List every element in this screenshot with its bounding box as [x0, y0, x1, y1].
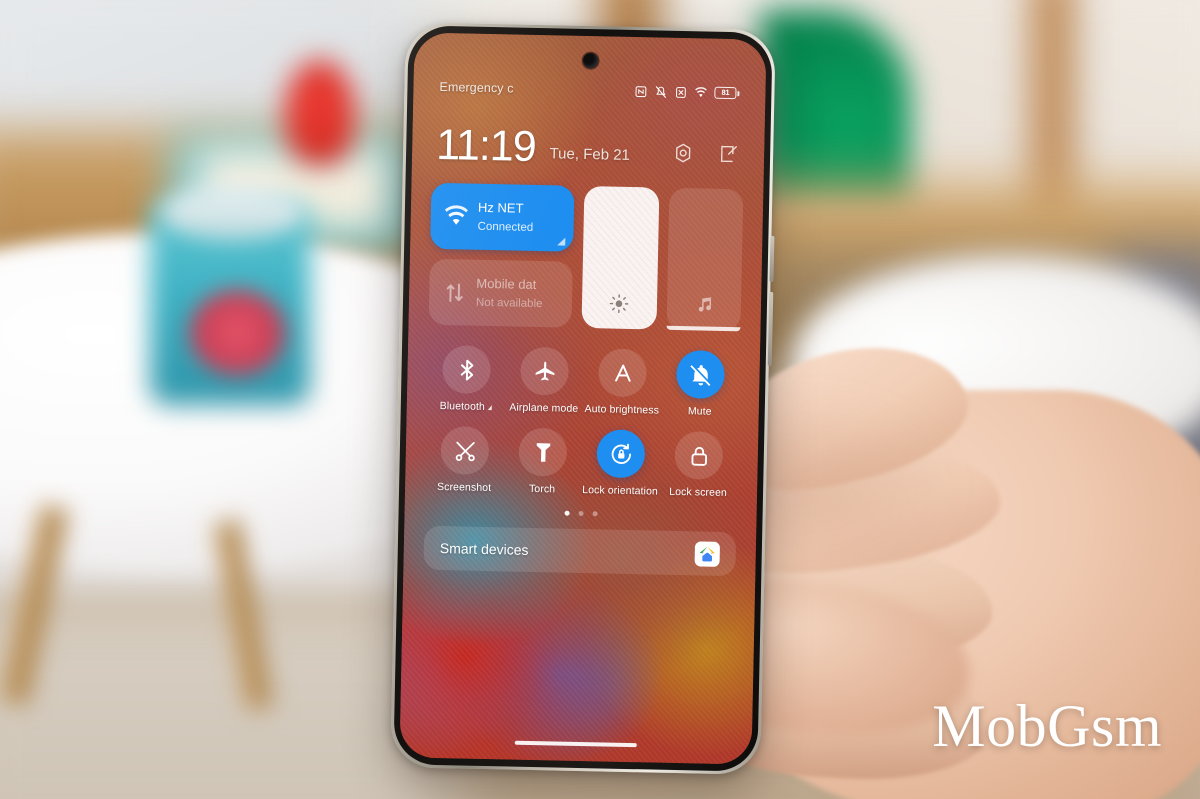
smartphone: Emergency c 81 11:19 Tue, Feb 21 Hz NET …: [390, 22, 776, 775]
top-tiles-row: Hz NET Connected Mobile dat Not availabl…: [428, 182, 744, 332]
rose-motif: [190, 290, 285, 375]
nfc-icon: [634, 85, 647, 98]
clock-date: Tue, Feb 21: [549, 145, 631, 164]
battery-percent-label: 81: [721, 88, 730, 98]
wifi-icon: [694, 86, 707, 99]
wifi-tile[interactable]: Hz NET Connected: [430, 182, 575, 252]
data-arrows-icon: [442, 280, 468, 306]
mute-toggle-circle[interactable]: [676, 349, 726, 399]
mobile-data-tile[interactable]: Mobile dat Not available: [428, 258, 573, 328]
page-dot-3[interactable]: [592, 511, 598, 517]
qs-page-indicator: [425, 508, 737, 520]
lock-orientation-toggle-circle[interactable]: [596, 429, 646, 479]
watermark: MobGsm: [932, 693, 1162, 759]
padlock-icon: [690, 446, 707, 466]
google-home-icon[interactable]: [694, 541, 721, 567]
mobile-data-label: Mobile dat: [476, 275, 537, 292]
toggle-bluetooth[interactable]: Bluetooth: [427, 345, 506, 414]
toggle-label-airplane-mode: Airplane mode: [509, 401, 579, 415]
brightness-sun-icon: [608, 293, 630, 315]
toggle-label-lock-orientation: Lock orientation: [582, 484, 659, 498]
quick-toggle-grid: Bluetooth Airplane mode Auto brightness …: [425, 345, 740, 500]
clock-time: 11:19: [435, 120, 537, 171]
bluetooth-icon: [460, 359, 473, 380]
jar-lid: [160, 185, 305, 240]
wifi-ssid-label: Hz NET: [477, 199, 524, 216]
auto-brightness-toggle-circle[interactable]: [598, 348, 648, 398]
page-dot-2[interactable]: [578, 511, 584, 517]
page-dot-1[interactable]: [564, 510, 570, 517]
torch-toggle-circle[interactable]: [518, 427, 568, 477]
wifi-status-label: Connected: [477, 220, 534, 234]
toggle-screenshot[interactable]: Screenshot: [425, 426, 504, 495]
connectivity-tiles-column: Hz NET Connected Mobile dat Not availabl…: [428, 182, 575, 328]
red-object: [285, 60, 355, 165]
quick-settings-actions: [672, 142, 740, 165]
no-sim-icon: [674, 85, 687, 98]
screenshot-toggle-circle[interactable]: [440, 426, 490, 476]
lockscreen-clock-row: 11:19 Tue, Feb 21: [412, 116, 765, 179]
toggle-lock-screen[interactable]: Lock screen: [659, 431, 738, 500]
toggle-label-torch: Torch: [528, 483, 556, 496]
toggle-auto-brightness[interactable]: Auto brightness: [583, 348, 662, 417]
edit-pencil-icon[interactable]: [718, 143, 740, 165]
toggle-label-mute: Mute: [687, 405, 712, 418]
green-object: [760, 10, 910, 210]
toggle-label-bluetooth: Bluetooth: [440, 400, 493, 413]
toggle-torch[interactable]: Torch: [503, 427, 582, 497]
wifi-icon: [444, 204, 470, 230]
battery-icon: 81: [714, 86, 740, 100]
toggle-airplane-mode[interactable]: Airplane mode: [505, 346, 584, 415]
status-icons: 81: [634, 85, 740, 100]
toggle-label-screenshot: Screenshot: [436, 481, 492, 495]
bluetooth-toggle-circle[interactable]: [442, 345, 492, 395]
screenshot-scissors-icon: [455, 441, 475, 461]
phone-screen[interactable]: Emergency c 81 11:19 Tue, Feb 21 Hz NET …: [399, 32, 767, 765]
toggle-label-auto-brightness: Auto brightness: [584, 403, 660, 417]
volume-slider-fill: [665, 325, 741, 332]
rotation-lock-icon: [611, 443, 631, 464]
smart-devices-bar[interactable]: Smart devices: [423, 526, 737, 577]
volume-slider[interactable]: [665, 187, 744, 332]
toggle-lock-orientation[interactable]: Lock orientation: [581, 429, 660, 498]
toggle-mute[interactable]: Mute: [661, 349, 740, 419]
chevron-expand-icon[interactable]: [487, 404, 492, 410]
carrier-label: Emergency c: [439, 79, 514, 96]
toggle-label-lock-screen: Lock screen: [669, 485, 728, 500]
airplane-icon: [535, 361, 554, 381]
music-note-icon: [692, 294, 714, 316]
vibrate-off-icon: [654, 85, 667, 98]
auto-brightness-a-icon: [614, 364, 631, 382]
flashlight-icon: [536, 442, 550, 462]
label-text: Bluetooth: [439, 400, 486, 413]
gear-icon[interactable]: [672, 142, 694, 164]
smart-devices-label: Smart devices: [439, 540, 529, 559]
mobile-data-status-label: Not available: [475, 296, 543, 311]
lock-screen-toggle-circle[interactable]: [674, 431, 724, 481]
brightness-slider[interactable]: [581, 185, 659, 330]
airplane-toggle-circle[interactable]: [520, 346, 570, 396]
wifi-expand-corner-icon[interactable]: [557, 237, 566, 246]
quick-settings-panel: Hz NET Connected Mobile dat Not availabl…: [403, 182, 763, 577]
bell-mute-icon: [689, 363, 712, 386]
